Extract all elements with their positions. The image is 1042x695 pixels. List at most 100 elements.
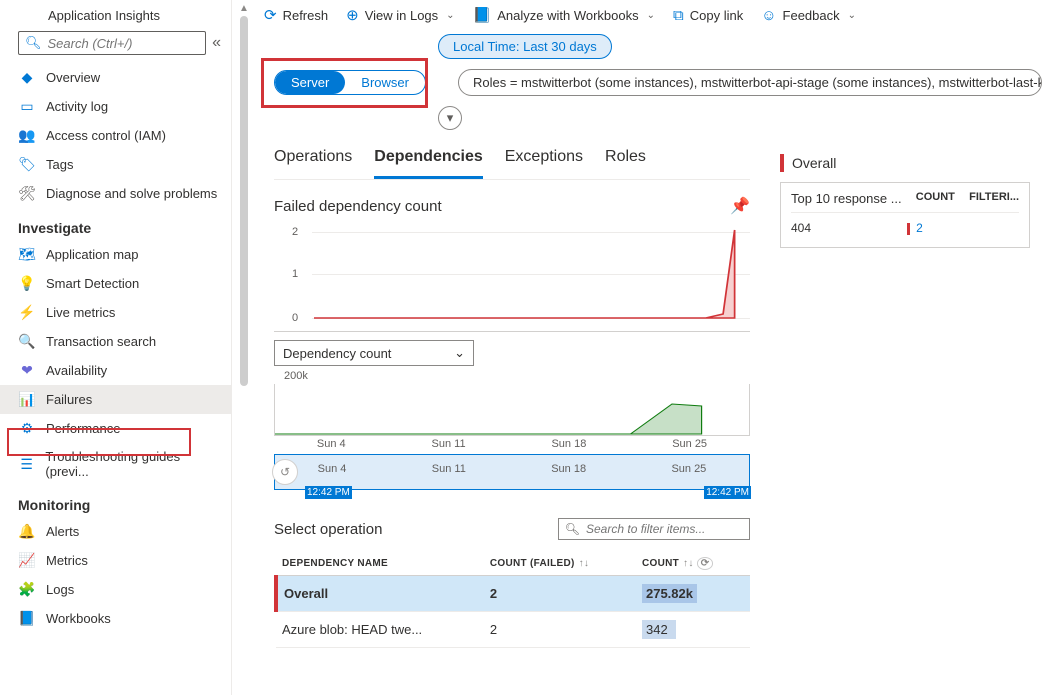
application-map-icon: 🗺 bbox=[18, 246, 36, 263]
sidebar-item-label: Metrics bbox=[46, 553, 88, 568]
time-range-pill[interactable]: Local Time: Last 30 days bbox=[438, 34, 612, 59]
view-in-logs-button[interactable]: ⊕View in Logs⌄ bbox=[346, 6, 454, 24]
workbooks-icon: 📘 bbox=[18, 610, 36, 627]
sidebar-item-activity-log[interactable]: ▭Activity log bbox=[0, 92, 231, 121]
sidebar-item-label: Tags bbox=[46, 157, 73, 172]
sidebar-item-failures[interactable]: 📊 Failures bbox=[0, 385, 231, 414]
metrics-icon: 📈 bbox=[18, 552, 36, 569]
refresh-button[interactable]: ⟳Refresh bbox=[264, 6, 328, 24]
sidebar-item-workbooks[interactable]: 📘 Workbooks bbox=[0, 604, 231, 633]
sidebar-item-metrics[interactable]: 📈 Metrics bbox=[0, 546, 231, 575]
server-browser-toggle[interactable]: Server Browser bbox=[274, 70, 426, 95]
dependency-count-dropdown[interactable]: Dependency count ⌄ bbox=[274, 340, 474, 366]
diagnose-icon: 🛠 bbox=[18, 185, 36, 202]
sidebar-item-troubleshooting[interactable]: ☰ Troubleshooting guides (previ... bbox=[0, 443, 231, 485]
col-filter-header[interactable]: FILTERI... bbox=[969, 191, 1019, 206]
sidebar-item-label: Access control (IAM) bbox=[46, 128, 166, 143]
table-row[interactable]: Azure blob: HEAD twe... 2 342 bbox=[276, 612, 750, 648]
sidebar-item-label: Transaction search bbox=[46, 334, 156, 349]
col-count-failed[interactable]: COUNT (FAILED)↑↓ bbox=[484, 552, 636, 576]
operations-table: DEPENDENCY NAME COUNT (FAILED)↑↓ COUNT↑↓… bbox=[274, 552, 750, 648]
activity-log-icon: ▭ bbox=[18, 98, 36, 115]
sidebar-item-label: Live metrics bbox=[46, 305, 115, 320]
availability-icon: ❤ bbox=[18, 362, 36, 379]
analyze-workbooks-button[interactable]: 📘Analyze with Workbooks⌄ bbox=[473, 6, 655, 24]
sidebar-item-overview[interactable]: ◆Overview bbox=[0, 63, 231, 92]
sidebar-item-tags[interactable]: 🏷 Tags bbox=[0, 150, 231, 179]
toggle-browser[interactable]: Browser bbox=[345, 71, 425, 94]
troubleshooting-icon: ☰ bbox=[18, 456, 35, 473]
tab-operations[interactable]: Operations bbox=[274, 140, 352, 179]
select-operation-title: Select operation bbox=[274, 521, 382, 538]
smart-detection-icon: 💡 bbox=[18, 275, 36, 292]
operation-filter-input[interactable]: 🔍︎ bbox=[558, 518, 750, 540]
toolbar: ⟳Refresh ⊕View in Logs⌄ 📘Analyze with Wo… bbox=[256, 0, 1042, 34]
logs-icon: 🧩 bbox=[18, 581, 36, 598]
feedback-button[interactable]: ☺Feedback⌄ bbox=[761, 7, 856, 24]
filter-funnel-button[interactable]: ▾ bbox=[438, 106, 462, 130]
time-brush[interactable]: Sun 4Sun 11Sun 18Sun 25 12:42 PM 12:42 P… bbox=[274, 454, 750, 490]
dependency-count-chart[interactable] bbox=[274, 384, 750, 436]
transaction-search-icon: 🔍 bbox=[18, 333, 36, 350]
sidebar-item-label: Overview bbox=[46, 70, 100, 85]
brush-reset-button[interactable]: ↺ bbox=[272, 459, 298, 485]
roles-filter-pill[interactable]: Roles = mstwitterbot (some instances), m… bbox=[458, 69, 1042, 96]
chevron-down-icon: ⌄ bbox=[848, 10, 856, 21]
sidebar-item-access-control[interactable]: 👥Access control (IAM) bbox=[0, 121, 231, 150]
live-metrics-icon: ⚡ bbox=[18, 304, 36, 321]
sidebar-item-live-metrics[interactable]: ⚡ Live metrics bbox=[0, 298, 231, 327]
sidebar-item-application-map[interactable]: 🗺Application map bbox=[0, 240, 231, 269]
chevron-down-icon: ⌄ bbox=[647, 10, 655, 21]
brush-end-handle[interactable]: 12:42 PM bbox=[704, 486, 751, 499]
table-row-overall[interactable]: Overall 2 275.82k bbox=[276, 576, 750, 612]
logs-icon: ⊕ bbox=[346, 6, 359, 24]
sidebar-item-label: Workbooks bbox=[46, 611, 111, 626]
col-count-header[interactable]: COUNT bbox=[916, 191, 955, 206]
tags-icon: 🏷 bbox=[18, 156, 36, 173]
alerts-icon: 🔔 bbox=[18, 523, 36, 540]
sidebar-item-label: Smart Detection bbox=[46, 276, 139, 291]
tab-dependencies[interactable]: Dependencies bbox=[374, 140, 482, 179]
main-panel: ⟳Refresh ⊕View in Logs⌄ 📘Analyze with Wo… bbox=[256, 0, 1042, 695]
failed-dependency-chart[interactable]: 2 1 0 bbox=[274, 224, 750, 332]
y-label-200k: 200k bbox=[284, 370, 750, 382]
sidebar-search[interactable]: 🔍︎ bbox=[18, 31, 206, 55]
top-responses-box: Top 10 response ... COUNT FILTERI... 404… bbox=[780, 182, 1030, 248]
sidebar-item-label: Troubleshooting guides (previ... bbox=[45, 449, 221, 479]
top-responses-label: Top 10 response ... bbox=[791, 191, 902, 206]
sidebar: Application Insights 🔍︎ « ◆Overview▭Acti… bbox=[0, 0, 232, 695]
col-count[interactable]: COUNT↑↓ ⟳ bbox=[636, 552, 750, 576]
x-axis-labels: Sun 4Sun 11Sun 18Sun 25 bbox=[274, 436, 750, 450]
collapse-sidebar-icon[interactable]: « bbox=[212, 34, 221, 52]
sidebar-item-transaction-search[interactable]: 🔍 Transaction search bbox=[0, 327, 231, 356]
sidebar-item-label: Diagnose and solve problems bbox=[46, 186, 217, 201]
copy-icon: ⧉ bbox=[673, 7, 684, 24]
failures-icon: 📊 bbox=[18, 391, 36, 408]
group-investigate: Investigate bbox=[0, 208, 231, 240]
group-monitoring: Monitoring bbox=[0, 485, 231, 517]
pin-icon[interactable]: 📌 bbox=[730, 196, 750, 216]
copy-link-button[interactable]: ⧉Copy link bbox=[673, 7, 743, 24]
app-title: Application Insights bbox=[0, 4, 231, 31]
sidebar-item-label: Availability bbox=[46, 363, 107, 378]
tab-roles[interactable]: Roles bbox=[605, 140, 646, 179]
tab-exceptions[interactable]: Exceptions bbox=[505, 140, 583, 179]
col-dependency-name[interactable]: DEPENDENCY NAME bbox=[276, 552, 484, 576]
chevron-down-icon: ⌄ bbox=[454, 345, 465, 361]
sidebar-item-alerts[interactable]: 🔔Alerts bbox=[0, 517, 231, 546]
response-row-404[interactable]: 404 2 bbox=[791, 217, 1019, 239]
chevron-down-icon: ⌄ bbox=[446, 10, 454, 21]
sidebar-scrollbar[interactable]: ▲ bbox=[232, 0, 256, 695]
sidebar-item-label: Failures bbox=[46, 392, 92, 407]
sidebar-item-logs[interactable]: 🧩 Logs bbox=[0, 575, 231, 604]
chart-title: Failed dependency count bbox=[274, 198, 442, 215]
sidebar-search-input[interactable] bbox=[48, 36, 200, 51]
feedback-icon: ☺ bbox=[761, 7, 776, 24]
toggle-server[interactable]: Server bbox=[275, 71, 345, 94]
sidebar-item-smart-detection[interactable]: 💡 Smart Detection bbox=[0, 269, 231, 298]
sidebar-item-diagnose[interactable]: 🛠 Diagnose and solve problems bbox=[0, 179, 231, 208]
sidebar-item-performance[interactable]: ⚙Performance bbox=[0, 414, 231, 443]
sidebar-item-availability[interactable]: ❤ Availability bbox=[0, 356, 231, 385]
sidebar-item-label: Logs bbox=[46, 582, 74, 597]
brush-start-handle[interactable]: 12:42 PM bbox=[305, 486, 352, 499]
